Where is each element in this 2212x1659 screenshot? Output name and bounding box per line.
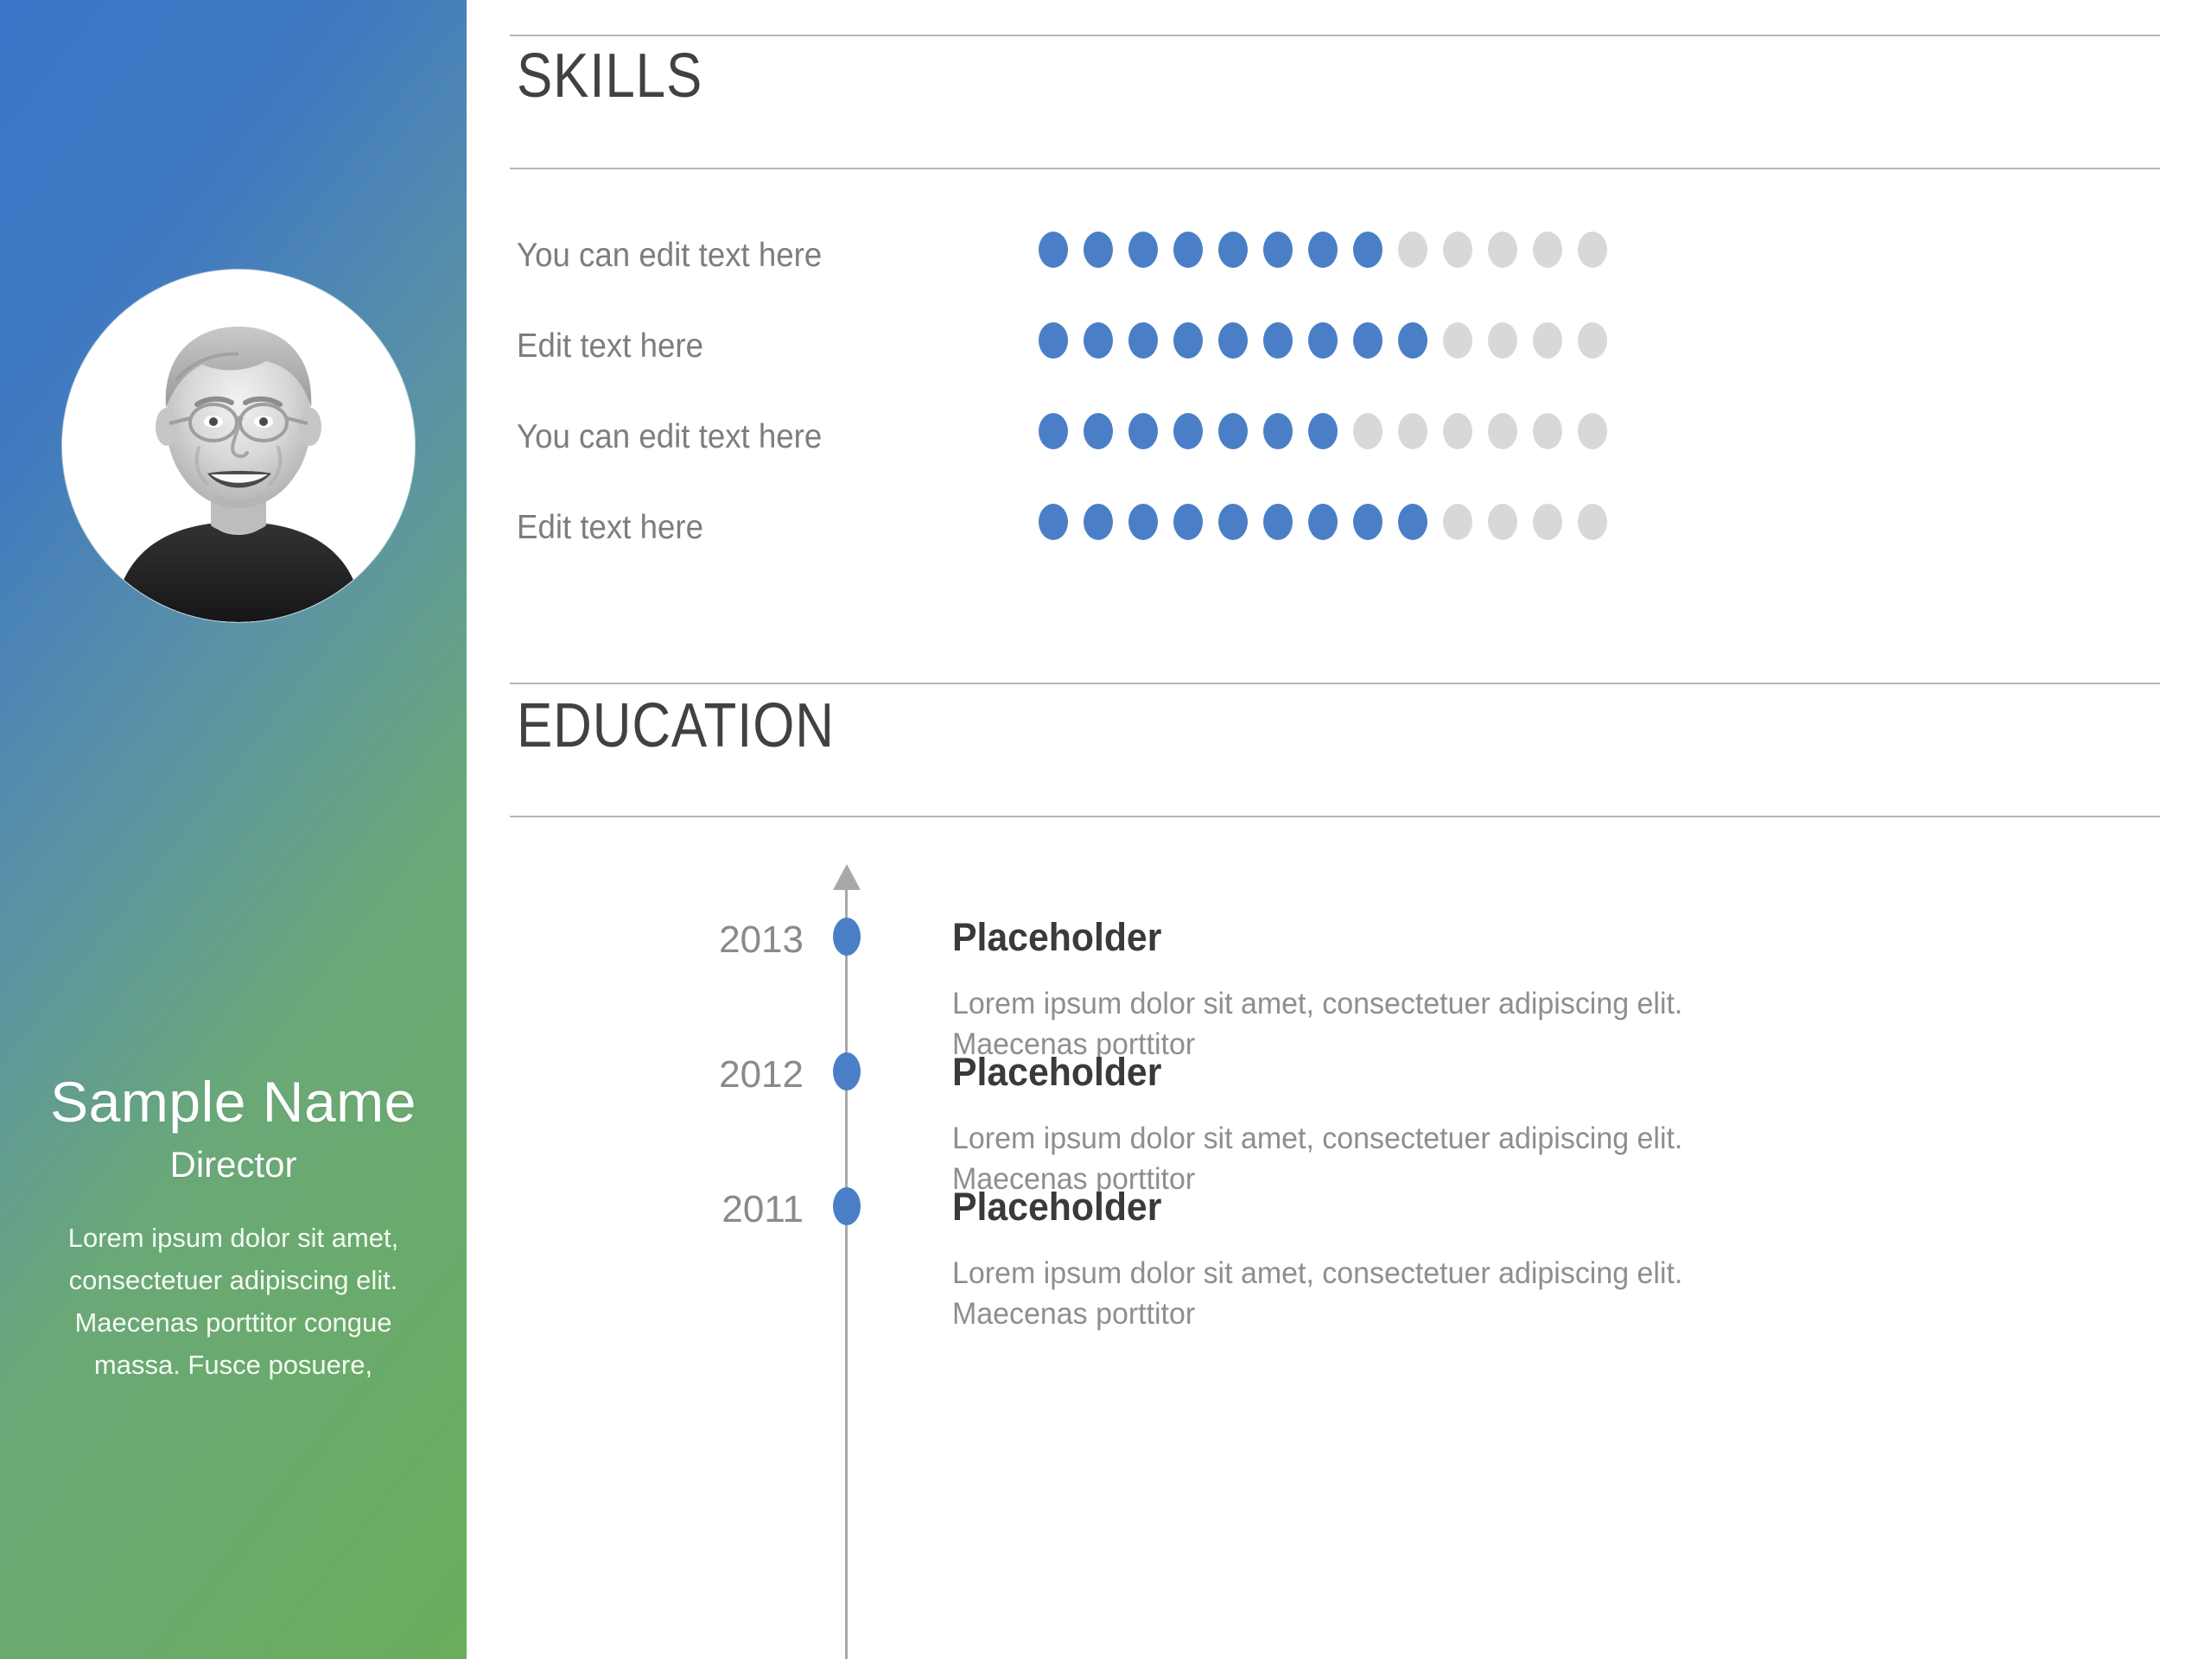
profile-role: Director <box>169 1144 297 1185</box>
skill-dot-filled[interactable] <box>1128 322 1158 359</box>
skill-dot-empty[interactable] <box>1533 504 1562 540</box>
timeline-marker-icon[interactable] <box>833 1052 861 1090</box>
skill-dot-filled[interactable] <box>1353 504 1382 540</box>
avatar-image-clip <box>62 270 415 622</box>
skill-rating[interactable] <box>1039 413 1607 449</box>
skill-dot-filled[interactable] <box>1308 504 1338 540</box>
education-title: Placeholder <box>952 1185 1162 1229</box>
skill-dot-filled[interactable] <box>1084 322 1113 359</box>
profile-panel: Sample Name Director Lorem ipsum dolor s… <box>0 0 467 1659</box>
skill-dot-empty[interactable] <box>1398 232 1427 268</box>
skill-dot-empty[interactable] <box>1488 232 1517 268</box>
profile-bio: Lorem ipsum dolor sit amet, consectetuer… <box>67 1223 399 1380</box>
skill-dot-filled[interactable] <box>1084 413 1113 449</box>
skill-row: You can edit text here <box>467 413 2212 507</box>
skill-dot-empty[interactable] <box>1353 413 1382 449</box>
timeline-marker-icon[interactable] <box>833 1187 861 1225</box>
timeline-axis <box>845 881 848 1659</box>
timeline-marker-icon[interactable] <box>833 918 861 956</box>
skill-dot-filled[interactable] <box>1084 504 1113 540</box>
education-year: 2012 <box>719 1053 804 1096</box>
portrait-photo-icon <box>62 270 415 622</box>
skill-dot-filled[interactable] <box>1173 322 1203 359</box>
skill-dot-filled[interactable] <box>1218 504 1248 540</box>
education-title: Placeholder <box>952 1050 1162 1094</box>
skill-dot-filled[interactable] <box>1263 504 1293 540</box>
skill-dot-filled[interactable] <box>1128 232 1158 268</box>
skill-dot-filled[interactable] <box>1173 413 1203 449</box>
skill-row: You can edit text here <box>467 232 2212 326</box>
education-heading: EDUCATION <box>517 691 835 760</box>
skill-dot-empty[interactable] <box>1398 413 1427 449</box>
skill-dot-filled[interactable] <box>1398 504 1427 540</box>
skill-dot-filled[interactable] <box>1308 232 1338 268</box>
skill-dot-filled[interactable] <box>1263 322 1293 359</box>
skills-rule-bottom <box>510 168 2160 169</box>
education-description: Lorem ipsum dolor sit amet, consectetuer… <box>952 1256 1683 1331</box>
skill-label: You can edit text here <box>517 418 823 455</box>
skill-dot-filled[interactable] <box>1128 413 1158 449</box>
skill-label: Edit text here <box>517 327 704 365</box>
skill-dot-empty[interactable] <box>1578 413 1607 449</box>
skills-list: You can edit text here Edit text here Yo… <box>467 232 2212 598</box>
skill-rating[interactable] <box>1039 322 1607 359</box>
skill-dot-filled[interactable] <box>1039 322 1068 359</box>
skill-dot-empty[interactable] <box>1488 504 1517 540</box>
education-timeline: 2013 Placeholder Lorem ipsum dolor sit a… <box>467 864 2212 1659</box>
skills-heading: SKILLS <box>517 41 703 111</box>
skill-dot-filled[interactable] <box>1398 322 1427 359</box>
education-rule-top <box>510 683 2160 684</box>
skill-dot-filled[interactable] <box>1218 413 1248 449</box>
skill-dot-filled[interactable] <box>1218 232 1248 268</box>
skill-dot-empty[interactable] <box>1533 232 1562 268</box>
skill-dot-filled[interactable] <box>1263 232 1293 268</box>
skill-dot-empty[interactable] <box>1533 413 1562 449</box>
skill-dot-filled[interactable] <box>1039 504 1068 540</box>
skill-dot-filled[interactable] <box>1084 232 1113 268</box>
education-year: 2013 <box>719 918 804 961</box>
education-title: Placeholder <box>952 915 1162 959</box>
skill-dot-empty[interactable] <box>1533 322 1562 359</box>
skill-dot-filled[interactable] <box>1308 413 1338 449</box>
skill-dot-filled[interactable] <box>1353 322 1382 359</box>
skill-dot-empty[interactable] <box>1488 322 1517 359</box>
resume-slide: Sample Name Director Lorem ipsum dolor s… <box>0 0 2212 1659</box>
skill-dot-empty[interactable] <box>1443 322 1472 359</box>
content-panel: SKILLS You can edit text here Edit text … <box>467 0 2212 1659</box>
education-rule-bottom <box>510 816 2160 817</box>
skill-dot-empty[interactable] <box>1578 232 1607 268</box>
skill-dot-filled[interactable] <box>1353 232 1382 268</box>
skill-dot-filled[interactable] <box>1128 504 1158 540</box>
skill-dot-filled[interactable] <box>1039 413 1068 449</box>
avatar <box>62 270 415 622</box>
skill-label: Edit text here <box>517 509 704 546</box>
skill-dot-empty[interactable] <box>1578 322 1607 359</box>
skill-label: You can edit text here <box>517 237 823 274</box>
skill-rating[interactable] <box>1039 504 1607 540</box>
skills-rule-top <box>510 35 2160 36</box>
skill-dot-filled[interactable] <box>1173 504 1203 540</box>
skill-dot-filled[interactable] <box>1308 322 1338 359</box>
skill-dot-empty[interactable] <box>1488 413 1517 449</box>
skill-row: Edit text here <box>467 322 2212 416</box>
profile-name: Sample Name <box>50 1070 416 1134</box>
skill-dot-filled[interactable] <box>1218 322 1248 359</box>
skill-dot-empty[interactable] <box>1443 413 1472 449</box>
skill-row: Edit text here <box>467 504 2212 598</box>
skill-dot-filled[interactable] <box>1263 413 1293 449</box>
skill-dot-filled[interactable] <box>1039 232 1068 268</box>
education-year: 2011 <box>721 1188 804 1230</box>
skill-dot-empty[interactable] <box>1443 232 1472 268</box>
skill-dot-empty[interactable] <box>1578 504 1607 540</box>
skill-rating[interactable] <box>1039 232 1607 268</box>
skill-dot-empty[interactable] <box>1443 504 1472 540</box>
skill-dot-filled[interactable] <box>1173 232 1203 268</box>
